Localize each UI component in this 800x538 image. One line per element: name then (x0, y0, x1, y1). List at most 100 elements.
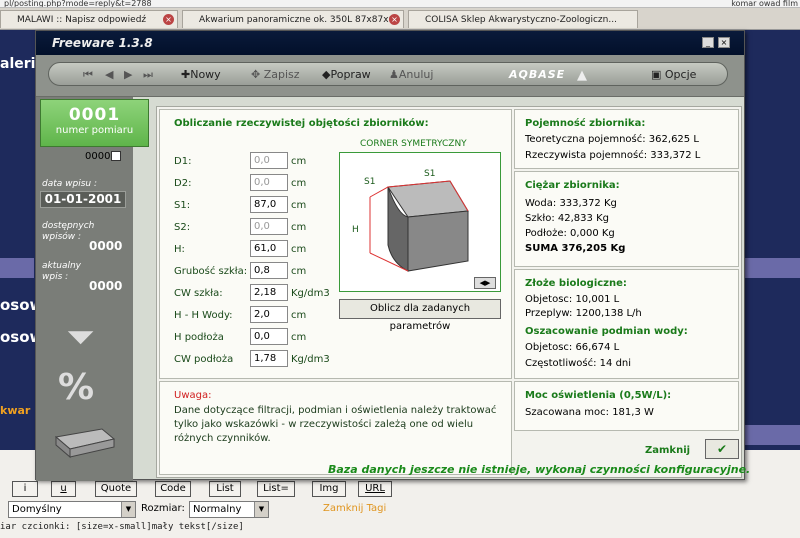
unit-glass-thickness: cm (291, 266, 307, 277)
field-s1[interactable]: 87,0 (250, 196, 288, 213)
tank-shape-diagram: S1 S1 H ◀▶ (339, 152, 501, 292)
close-label: Zamknij (645, 445, 691, 456)
bg-stripe (745, 258, 800, 278)
field-water-gap[interactable]: 2,0 (250, 306, 288, 323)
weight-section: Ciężar zbiornika: Woda: 333,372 Kg Szkło… (514, 171, 739, 267)
fix-button[interactable]: ◆Popraw (322, 68, 371, 81)
search-box[interactable]: komar owad film (731, 0, 798, 7)
color-select-value: Domyślny (12, 504, 62, 515)
browser-tabs: MALAWI :: Napisz odpowiedź × Akwarium pan… (0, 8, 800, 30)
warning-section: Uwaga: Dane dotyczące filtracji, podmian… (159, 381, 512, 475)
close-tags-link[interactable]: Zamknij Tagi (323, 503, 386, 514)
app-title: Freeware 1.3.8 (52, 36, 153, 50)
field-s2[interactable]: 0,0 (250, 218, 288, 235)
unit-water-gap: cm (291, 310, 307, 321)
shape-label-s1-left: S1 (364, 177, 376, 187)
record-checkbox[interactable] (111, 151, 121, 161)
app-toolbar: ⏮ ◀ ▶ ⏭ ✚Nowy ✥ Zapisz ◆Popraw ♟Anuluj A… (36, 55, 744, 97)
close-button[interactable]: ✔ (705, 439, 739, 459)
unit-substrate-density: Kg/dm3 (291, 354, 330, 365)
first-record-icon[interactable]: ⏮ (83, 68, 93, 82)
cancel-button[interactable]: ♟Anuluj (389, 68, 433, 81)
minimize-button[interactable]: _ (702, 37, 714, 48)
field-d1[interactable]: 0,0 (250, 152, 288, 169)
unit-d2: cm (291, 178, 307, 189)
field-label-glass-thickness: Grubość szkła: (174, 266, 248, 277)
date-value: 01-01-2001 (40, 191, 126, 208)
fix-label: Popraw (330, 68, 371, 81)
weight-title: Ciężar zbiornika: (525, 180, 620, 191)
options-label: Opcje (664, 68, 697, 81)
percent-icon[interactable]: % (58, 367, 94, 408)
field-label-glass-density: CW szkła: (174, 288, 223, 299)
date-label: data wpisu : (42, 179, 97, 189)
next-record-icon[interactable]: ▶ (124, 68, 132, 81)
code-button[interactable]: Code (155, 481, 191, 497)
list-ordered-button[interactable]: List= (257, 481, 295, 497)
chevron-down-icon: ▼ (121, 502, 135, 517)
unit-substrate-height: cm (291, 332, 307, 343)
chevron-down-icon: ▼ (254, 502, 268, 517)
tab-label: MALAWI :: Napisz odpowiedź (17, 15, 147, 25)
water-change-title: Oszacowanie podmian wody: (525, 326, 688, 337)
prev-record-icon[interactable]: ◀ (105, 68, 113, 81)
options-button[interactable]: ▣ Opcje (651, 68, 696, 81)
lighting-title: Moc oświetlenia (0,5W/L): (525, 390, 672, 401)
unit-s2: cm (291, 222, 307, 233)
field-glass-thickness[interactable]: 0,8 (250, 262, 288, 279)
bio-volume: Objetosc: 10,001 L (525, 294, 620, 305)
url-text: pl/posting.php?mode=reply&t=2788 (4, 0, 152, 8)
tab-malawi[interactable]: MALAWI :: Napisz odpowiedź × (0, 10, 178, 28)
field-label-substrate-height: H podłoża (174, 332, 224, 343)
field-substrate-density[interactable]: 1,78 (250, 350, 288, 367)
calc-section: Obliczanie rzeczywistej objętości zbiorn… (159, 109, 512, 379)
field-label-water-gap: H - H Wody: (174, 310, 233, 321)
address-bar[interactable]: pl/posting.php?mode=reply&t=2788 komar o… (0, 0, 800, 8)
calculate-button[interactable]: Oblicz dla zadanych parametrów (339, 299, 501, 332)
record-counter: 0001 numer pomiaru (40, 99, 149, 147)
url-button[interactable]: URL (358, 481, 392, 497)
field-label-d1: D1: (174, 156, 192, 167)
status-message: Baza danych jeszcze nie istnieje, wykona… (328, 463, 751, 476)
shape-scroll-arrows[interactable]: ◀▶ (474, 277, 496, 289)
list-button[interactable]: List (209, 481, 241, 497)
close-icon[interactable]: × (389, 14, 400, 25)
close-icon[interactable]: × (163, 14, 174, 25)
field-substrate-height[interactable]: 0,0 (250, 328, 288, 345)
bio-flow: Przeplyw: 1200,138 L/h (525, 308, 642, 319)
weight-water: Woda: 333,372 Kg (525, 198, 617, 209)
size-select[interactable]: Normalny ▼ (189, 501, 269, 518)
aqbase-logo: AQBASE (509, 68, 566, 81)
field-label-substrate-density: CW podłoża (174, 354, 234, 365)
tab-colisa[interactable]: COLISA Sklep Akwarystyczno-Zoologiczn... (408, 10, 638, 28)
weight-sum: SUMA 376,205 Kg (525, 243, 626, 254)
new-button[interactable]: ✚Nowy (181, 68, 221, 81)
bg-stripe (0, 258, 34, 278)
title-bar: Freeware 1.3.8 _ × (36, 31, 744, 55)
underline-button[interactable]: u (51, 481, 76, 497)
close-window-button[interactable]: × (718, 37, 730, 48)
tab-akwarium[interactable]: Akwarium panoramiczne ok. 350L 87x87x61 … (182, 10, 404, 28)
img-button[interactable]: Img (312, 481, 346, 497)
unit-s1: cm (291, 200, 307, 211)
field-label-s1: S1: (174, 200, 191, 211)
available-value: 0000 (89, 239, 123, 253)
last-record-icon[interactable]: ⏭ (143, 68, 153, 82)
lighting-section: Moc oświetlenia (0,5W/L): Szacowana moc:… (514, 381, 739, 431)
calc-title: Obliczanie rzeczywistej objętości zbiorn… (174, 118, 429, 129)
bg-stripe (745, 425, 800, 445)
warning-text: Dane dotyczące filtracji, podmian i oświ… (174, 405, 497, 444)
italic-button[interactable]: i (12, 481, 38, 497)
quote-button[interactable]: Quote (95, 481, 137, 497)
size-select-value: Normalny (193, 504, 242, 515)
counter-label: numer pomiaru (55, 125, 134, 136)
counter-value: 0001 (68, 105, 121, 125)
light-fixture-icon[interactable] (50, 423, 118, 461)
color-select[interactable]: Domyślny ▼ (8, 501, 136, 518)
save-button[interactable]: ✥ Zapisz (251, 68, 300, 81)
field-glass-density[interactable]: 2,18 (250, 284, 288, 301)
field-h[interactable]: 61,0 (250, 240, 288, 257)
field-d2[interactable]: 0,0 (250, 174, 288, 191)
filter-icon[interactable]: ⏷ (66, 317, 95, 359)
bio-section: Złoże biologiczne: Objetosc: 10,001 L Pr… (514, 269, 739, 379)
